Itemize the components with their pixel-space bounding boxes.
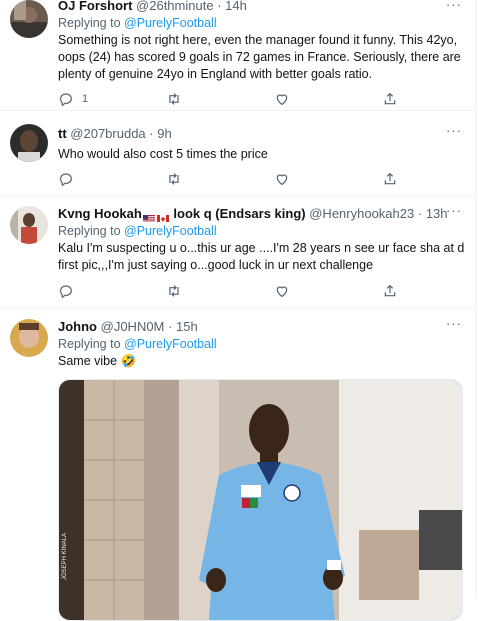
tweet-image[interactable]: JOSEPH KINALA: [58, 379, 463, 621]
separator: ·: [149, 126, 154, 141]
more-icon[interactable]: ···: [445, 124, 463, 142]
more-icon[interactable]: ···: [445, 204, 463, 222]
like-button[interactable]: [274, 90, 290, 108]
tweet[interactable]: Kvng Hookah look q (Endsars king) @Henry…: [0, 196, 475, 309]
avatar[interactable]: [10, 319, 48, 357]
reply-button[interactable]: [58, 282, 74, 300]
replying-to-prefix: Replying to: [58, 224, 125, 238]
like-button[interactable]: [274, 170, 290, 188]
user-handle[interactable]: @J0HN0M: [101, 319, 165, 334]
share-button[interactable]: [382, 170, 398, 188]
replying-to: Replying to @PurelyFootball: [58, 223, 465, 239]
replying-to-prefix: Replying to: [58, 337, 125, 351]
display-name[interactable]: tt: [58, 126, 67, 141]
tweet[interactable]: OJ Forshort @26thminute · 14h Replying t…: [0, 0, 475, 111]
display-name-suffix[interactable]: look q (Endsars king): [173, 206, 305, 221]
tweet[interactable]: Johno @J0HN0M · 15h Replying to @PurelyF…: [0, 309, 475, 621]
tweet-text: Something is not right here, even the ma…: [58, 33, 461, 81]
like-icon: [276, 174, 288, 186]
like-button[interactable]: [274, 282, 290, 300]
reply-button[interactable]: [58, 170, 74, 188]
avatar[interactable]: [10, 0, 48, 38]
like-icon: [276, 286, 288, 298]
tweet-feed: OJ Forshort @26thminute · 14h Replying t…: [0, 0, 476, 621]
tweet-text: Kalu I'm suspecting u o...this ur age ..…: [58, 241, 465, 272]
replying-to-prefix: Replying to: [58, 16, 125, 30]
player-photo: JOSEPH KINALA: [59, 380, 462, 620]
share-button[interactable]: [382, 282, 398, 300]
retweet-icon: [169, 93, 179, 105]
timestamp[interactable]: 14h: [225, 0, 247, 13]
reply-icon: [60, 285, 72, 299]
tweet-text: Same vibe 🤣: [58, 354, 137, 368]
avatar[interactable]: [10, 124, 48, 162]
display-name[interactable]: Kvng Hookah: [58, 206, 142, 221]
retweet-icon: [169, 173, 179, 185]
user-handle[interactable]: @Henryhookah23: [309, 206, 414, 221]
retweet-button[interactable]: [166, 282, 182, 300]
share-icon: [384, 92, 396, 105]
canada-flag-icon: [156, 211, 169, 222]
display-name[interactable]: Johno: [58, 319, 97, 334]
user-handle[interactable]: @26thminute: [136, 0, 214, 13]
retweet-button[interactable]: [166, 170, 182, 188]
mention-link[interactable]: @PurelyFootball: [124, 337, 217, 351]
share-icon: [384, 284, 396, 297]
reply-icon: [60, 93, 72, 107]
share-button[interactable]: [382, 90, 398, 108]
reply-count: 1: [82, 93, 89, 105]
tweet[interactable]: tt @207brudda · 9h Who would also cost 5…: [0, 113, 475, 196]
replying-to: Replying to @PurelyFootball: [58, 336, 465, 352]
mention-link[interactable]: @PurelyFootball: [124, 224, 217, 238]
more-icon[interactable]: ···: [445, 0, 463, 16]
reply-icon: [60, 173, 72, 187]
separator: ·: [417, 206, 423, 221]
retweet-icon: [169, 285, 179, 297]
timestamp[interactable]: 15h: [176, 319, 198, 334]
like-icon: [276, 94, 288, 106]
more-icon[interactable]: ···: [445, 317, 463, 335]
display-name[interactable]: OJ Forshort: [58, 0, 132, 13]
reply-button[interactable]: 1: [58, 90, 88, 108]
separator: ·: [168, 319, 173, 334]
avatar[interactable]: [10, 206, 48, 244]
user-handle[interactable]: @207brudda: [70, 126, 145, 141]
timestamp[interactable]: 9h: [157, 126, 171, 141]
tweet-text: Who would also cost 5 times the price: [58, 147, 268, 161]
replying-to: Replying to @PurelyFootball: [58, 15, 465, 31]
retweet-button[interactable]: [166, 90, 182, 108]
image-watermark: JOSEPH KINALA: [62, 533, 68, 580]
share-icon: [384, 172, 396, 185]
mention-link[interactable]: @PurelyFootball: [124, 16, 217, 30]
separator: ·: [217, 0, 222, 13]
us-flag-icon: [142, 211, 155, 222]
